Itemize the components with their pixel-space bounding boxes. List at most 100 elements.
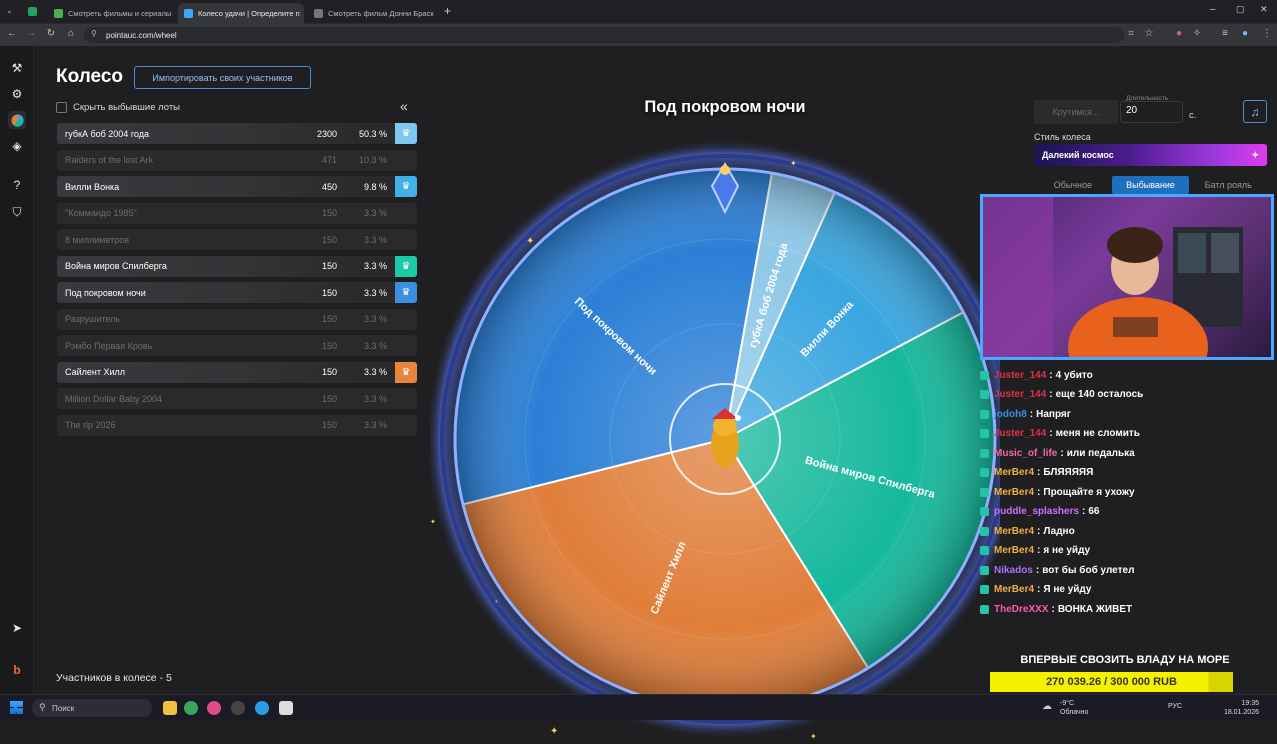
- lot-name: Million Dollar Baby 2004: [65, 393, 163, 404]
- lot-row[interactable]: Война миров Спилберга 150 3.3 % ♛: [57, 255, 417, 277]
- home-icon[interactable]: ⌂: [64, 28, 78, 39]
- spin-button[interactable]: Крутимся...: [1034, 100, 1118, 124]
- tab-movies[interactable]: Смотреть фильмы и сериалы ✕: [48, 3, 174, 24]
- stream-goal-title: ВПЕРВЫЕ СВОЗИТЬ ВЛАДУ НА МОРЕ: [1020, 654, 1230, 666]
- hide-dropped-toggle[interactable]: Скрыть выбывшие лоты: [56, 102, 180, 113]
- duration-input[interactable]: 20: [1120, 101, 1183, 123]
- files-app-icon[interactable]: [163, 701, 177, 715]
- gear-icon[interactable]: ⚙: [8, 85, 26, 103]
- url-field[interactable]: ⚲ pointauc.com/wheel: [84, 27, 1124, 43]
- webcam-person-image: [983, 197, 1243, 357]
- chat-text: вот бы боб улетел: [1042, 564, 1135, 576]
- chat-username[interactable]: Juster_144: [994, 428, 1046, 439]
- chat-username[interactable]: Juster_144: [994, 389, 1046, 400]
- mode-tab-normal[interactable]: Обычное: [1034, 176, 1112, 194]
- lot-row[interactable]: Рэмбо Первая Кровь 150 3.3 %: [57, 335, 417, 356]
- lot-row[interactable]: Сайлент Хилл 150 3.3 % ♛: [57, 361, 417, 383]
- chat-separator: :: [1037, 486, 1041, 498]
- lot-percent: 9.8 %: [363, 181, 387, 192]
- lot-row[interactable]: Под покровом ночи 150 3.3 % ♛: [57, 282, 417, 303]
- chrome-app-icon[interactable]: [184, 701, 198, 715]
- extension-icon[interactable]: ●: [1172, 28, 1186, 39]
- lot-amount: 150: [321, 234, 337, 245]
- wheel-icon[interactable]: [8, 111, 26, 129]
- lot-row[interactable]: губкА боб 2004 года 2300 50.3 % ♛: [57, 123, 417, 144]
- page: ⚒ ⚙ ◈ ? ⛉ ➤ b Колесо Импортировать своих…: [0, 46, 1277, 741]
- chat-username[interactable]: TheDreXXX: [994, 604, 1048, 615]
- chat-separator: :: [1037, 467, 1041, 478]
- chat-username[interactable]: MerBer4: [994, 584, 1034, 595]
- clock[interactable]: 19:35 18.01.2026: [1224, 699, 1259, 717]
- extensions-menu-icon[interactable]: ≡: [1218, 28, 1232, 39]
- shield-icon[interactable]: ⛉: [8, 203, 26, 221]
- lot-percent: 3.3 %: [363, 393, 387, 404]
- window-close-button[interactable]: ✕: [1260, 4, 1268, 15]
- lot-name: "Коммандо 1985": [65, 208, 137, 218]
- chat-username[interactable]: Nikados: [994, 565, 1033, 576]
- telegram-icon[interactable]: ➤: [8, 619, 26, 637]
- layers-icon[interactable]: ◈: [8, 137, 26, 155]
- minimize-button[interactable]: –: [1210, 4, 1216, 15]
- lot-row[interactable]: Raiders of the lost Ark 471 10.3 %: [57, 149, 417, 171]
- puzzle-icon[interactable]: ✧: [1190, 28, 1204, 39]
- import-participants-button[interactable]: Импортировать своих участников: [134, 66, 311, 89]
- app-icon[interactable]: [279, 701, 293, 715]
- tab-menu-icon[interactable]: ⌄: [6, 6, 13, 15]
- auction-hammer-icon[interactable]: ⚒: [8, 59, 26, 77]
- lot-row[interactable]: Разрушитель 150 3.3 %: [57, 308, 417, 330]
- checkbox[interactable]: [56, 102, 67, 113]
- chat-username[interactable]: MerBer4: [994, 487, 1034, 498]
- profile-avatar[interactable]: ●: [1238, 28, 1252, 39]
- lot-remove-icon[interactable]: ♛: [395, 123, 417, 144]
- boosty-icon[interactable]: b: [8, 661, 26, 679]
- tab-favicon: [184, 9, 193, 18]
- obs-app-icon[interactable]: [231, 701, 245, 715]
- windows-start-icon[interactable]: [10, 701, 23, 714]
- lot-row[interactable]: The rip 2026 150 3.3 %: [57, 414, 417, 436]
- chat-username[interactable]: MerBer4: [994, 467, 1034, 478]
- site-info-icon[interactable]: ⚲: [91, 29, 97, 38]
- new-tab-button[interactable]: +: [444, 4, 451, 18]
- collapse-panel-icon[interactable]: «: [400, 98, 408, 114]
- music-button[interactable]: ♫: [1243, 100, 1267, 123]
- chat-message: MerBer4: я не уйду: [980, 542, 1090, 560]
- bookmark-star-icon[interactable]: ☆: [1142, 28, 1156, 39]
- wheel[interactable]: губкА боб 2004 годаВилли ВонкаВойна миро…: [430, 114, 1000, 744]
- mode-tab-battle-royale[interactable]: Батл рояль: [1189, 176, 1267, 194]
- sheets-icon[interactable]: [28, 7, 37, 16]
- url-text: pointauc.com/wheel: [106, 30, 177, 40]
- forward-icon[interactable]: →: [24, 28, 38, 39]
- back-icon[interactable]: ←: [5, 28, 19, 39]
- chat-username[interactable]: Music_of_life: [994, 448, 1057, 459]
- browser-menu-icon[interactable]: ⋮: [1260, 28, 1274, 39]
- lot-row[interactable]: Million Dollar Baby 2004 150 3.3 %: [57, 388, 417, 409]
- telegram-app-icon[interactable]: [255, 701, 269, 715]
- chat-badge-icon: [980, 468, 989, 477]
- chat-username[interactable]: MerBer4: [994, 545, 1034, 556]
- mode-tab-elimination[interactable]: Выбывание: [1111, 176, 1190, 194]
- lot-row[interactable]: 8 миллиметров 150 3.3 %: [57, 229, 417, 250]
- chat-username[interactable]: Juster_144: [994, 370, 1046, 381]
- language-indicator[interactable]: РУС: [1168, 703, 1182, 710]
- chat-username[interactable]: jodoh8: [994, 409, 1027, 420]
- lot-remove-icon[interactable]: ♛: [395, 282, 417, 303]
- help-icon[interactable]: ?: [8, 176, 26, 194]
- chat-username[interactable]: puddle_splashers: [994, 506, 1079, 517]
- lot-remove-icon[interactable]: ♛: [395, 176, 417, 197]
- wheel-style-select[interactable]: Далекий космос ✦: [1034, 144, 1267, 166]
- lot-row[interactable]: Вилли Вонка 450 9.8 % ♛: [57, 176, 417, 197]
- lot-row[interactable]: "Коммандо 1985" 150 3.3 %: [57, 202, 417, 224]
- tab-donnie[interactable]: Смотреть фильм Донни Браск ✕: [308, 3, 438, 24]
- taskbar-search[interactable]: ⚲ Поиск: [32, 699, 152, 717]
- weather-widget[interactable]: ☁ -9°C Облачно: [1042, 699, 1088, 717]
- tab-wheel[interactable]: Колесо удачи | Определите п ✕: [178, 3, 304, 24]
- chat-separator: :: [1037, 584, 1041, 595]
- sparkle-icon: ✦: [526, 236, 534, 247]
- music-app-icon[interactable]: [207, 701, 221, 715]
- maximize-button[interactable]: ▢: [1236, 4, 1245, 15]
- chat-username[interactable]: MerBer4: [994, 526, 1034, 537]
- reload-icon[interactable]: ↻: [44, 28, 58, 39]
- lot-remove-icon[interactable]: ♛: [395, 255, 417, 277]
- lot-remove-icon[interactable]: ♛: [395, 361, 417, 383]
- translate-icon[interactable]: ⌗: [1124, 28, 1138, 39]
